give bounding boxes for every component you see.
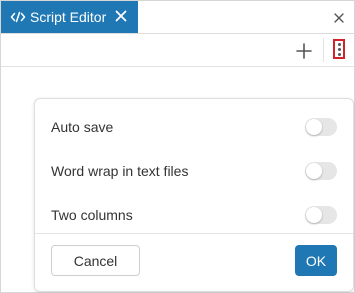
option-label: Two columns	[51, 207, 133, 223]
tab-bar: Script Editor	[1, 1, 354, 34]
option-label: Word wrap in text files	[51, 163, 189, 179]
toolbar	[1, 34, 354, 67]
toolbar-divider	[323, 38, 324, 62]
option-label: Auto save	[51, 119, 114, 135]
option-word-wrap: Word wrap in text files	[35, 149, 353, 193]
option-auto-save: Auto save	[35, 105, 353, 149]
option-two-columns: Two columns	[35, 193, 353, 237]
settings-panel: Auto save Word wrap in text files Two co…	[34, 98, 354, 292]
close-icon[interactable]	[333, 11, 345, 23]
script-editor-window: Script Editor Auto save Word wrap in tex…	[0, 0, 355, 293]
plus-icon[interactable]	[294, 41, 314, 61]
ok-button[interactable]: OK	[295, 245, 337, 276]
two-columns-toggle[interactable]	[305, 206, 337, 224]
tab-title: Script Editor	[30, 9, 107, 25]
auto-save-toggle[interactable]	[305, 118, 337, 136]
panel-divider	[35, 233, 353, 234]
cancel-button[interactable]: Cancel	[51, 245, 140, 276]
tab-script-editor[interactable]: Script Editor	[1, 1, 138, 33]
word-wrap-toggle[interactable]	[305, 162, 337, 180]
more-vertical-icon[interactable]	[333, 39, 345, 59]
code-icon	[10, 10, 26, 24]
close-icon[interactable]	[114, 9, 128, 23]
